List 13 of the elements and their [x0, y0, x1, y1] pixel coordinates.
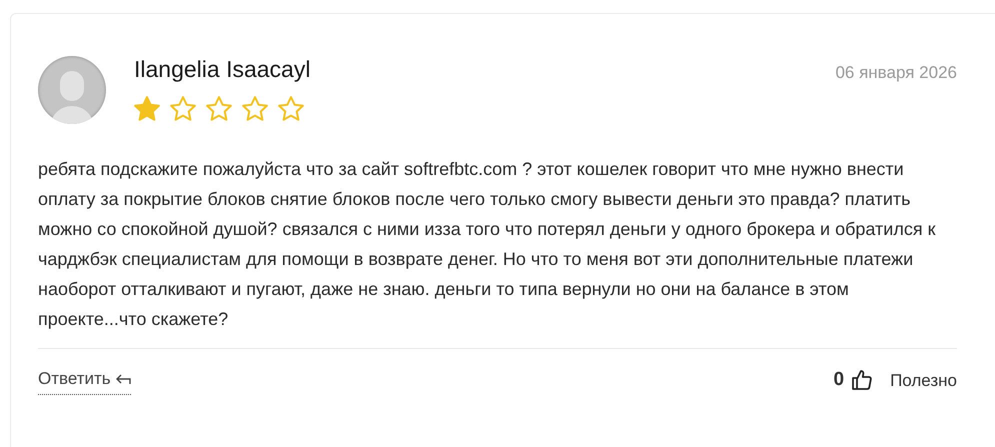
star-icon — [132, 94, 162, 124]
star-icon — [168, 94, 198, 124]
like-count: 0 — [833, 368, 844, 392]
star-icon — [276, 94, 306, 124]
star-icon — [240, 94, 270, 124]
reply-link[interactable]: Ответить — [38, 366, 131, 394]
star-icon — [204, 94, 234, 124]
thumbs-up-icon[interactable] — [850, 368, 874, 392]
reply-arrow-icon — [114, 372, 131, 386]
helpful-label: Полезно — [890, 370, 957, 392]
review-date: 06 января 2026 — [835, 62, 957, 84]
author-name: Ilangelia Isaacayl — [134, 55, 310, 84]
review-text: ребята подскажите пожалуйста что за сайт softrefbtc.com ? этот кошелек говорит что мне нужно внести оплату за покрытие блоков снятие блоков после чего только смогу вывести деньги это правда? платить можно со спокойной душой? связался с ними изза того что потерял деньги у одного брокера и обратился к чарджбэк специалистам для помощи в возврате денег. Но что то меня вот эти дополнительные платежи наоборот отталкивают и пугают, даже не знаю. деньги то типа вернули но они на балансе в этом проекте...что скажете? — [38, 158, 936, 331]
